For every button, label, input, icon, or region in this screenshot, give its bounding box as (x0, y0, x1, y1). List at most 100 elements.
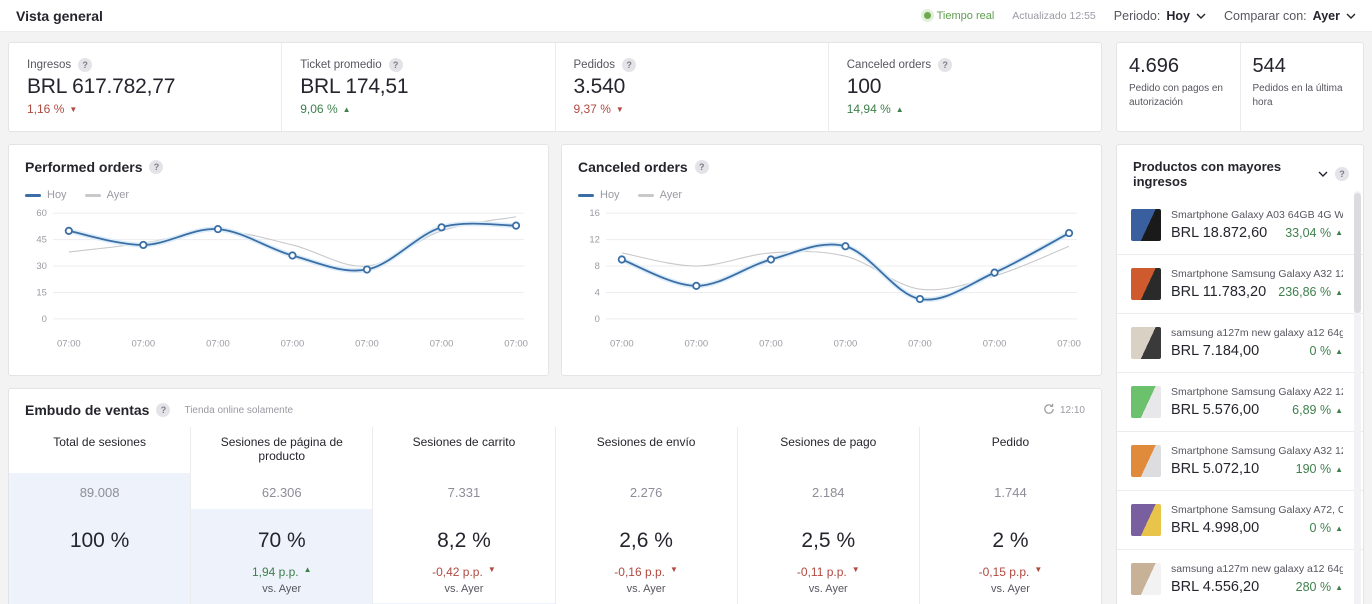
help-icon[interactable]: ? (695, 160, 709, 174)
products-title-row: Productos con mayores ingresos ? (1117, 159, 1363, 195)
kpi-delta-value: 14,94 % (847, 102, 891, 116)
chart-title: Canceled orders (578, 159, 688, 175)
product-info: Smartphone Samsung Galaxy A32 12… BRL 11… (1171, 268, 1343, 300)
product-name: Smartphone Samsung Galaxy A22 12… (1171, 386, 1343, 398)
legend-label: Hoy (600, 189, 620, 201)
chevron-down-icon[interactable] (1318, 171, 1328, 177)
funnel-value: 2.276 (556, 485, 737, 500)
funnel-percent: 2,5 % (738, 529, 919, 553)
list-item[interactable]: Smartphone Samsung Galaxy A32 12… BRL 5.… (1117, 431, 1363, 490)
refresh-icon (1043, 403, 1055, 418)
svg-text:07:00: 07:00 (355, 339, 379, 350)
funnel-vs-label: vs. Ayer (738, 583, 919, 595)
legend-swatch-today (25, 194, 41, 197)
product-price: BRL 18.872,60 (1171, 225, 1267, 241)
topbar: Vista general Tiempo real Actualizado 12… (0, 0, 1372, 32)
funnel-value: 89.008 (9, 485, 190, 500)
chart-title-row: Performed orders ? (25, 159, 532, 175)
svg-text:07:00: 07:00 (1057, 339, 1081, 350)
legend-label: Ayer (107, 189, 129, 201)
funnel-col-header: Sesiones de envío (555, 427, 737, 473)
kpi-label-row: Canceled orders ? (847, 58, 1083, 72)
side-kpi-label: Pedido con pagos en autorización (1129, 82, 1228, 109)
product-delta-value: 190 % (1296, 462, 1331, 476)
list-item[interactable]: Smartphone Galaxy A03 64GB 4G Wi-… BRL 1… (1117, 195, 1363, 254)
svg-text:60: 60 (36, 208, 47, 219)
svg-text:07:00: 07:00 (504, 339, 528, 350)
kpi-value: 3.540 (574, 75, 810, 99)
sales-funnel-card: Embudo de ventas ? Tienda online solamen… (8, 388, 1102, 604)
trend-arrow-icon: ▲ (1335, 347, 1343, 356)
list-item[interactable]: Smartphone Samsung Galaxy A32 12… BRL 11… (1117, 254, 1363, 313)
funnel-col-header: Total de sesiones (9, 427, 190, 473)
funnel-col-header: Sesiones de página de producto (190, 427, 372, 473)
list-item[interactable]: samsung a127m new galaxy a12 64gb… BRL 4… (1117, 549, 1363, 604)
product-bottom-row: BRL 5.072,10 190 % ▲ (1171, 461, 1343, 477)
funnel-delta-value: -0,42 p.p. (432, 565, 483, 579)
product-delta: 280 % ▲ (1296, 580, 1343, 594)
kpi-delta-value: 9,06 % (300, 102, 337, 116)
trend-arrow-icon: ▼ (852, 565, 860, 579)
funnel-step-pago: 2.184 2,5 % -0,11 p.p. ▼ vs. Ayer (737, 473, 919, 604)
funnel-step-pedido: 1.744 2 % -0,15 p.p. ▼ vs. Ayer (919, 473, 1101, 604)
funnel-value: 1.744 (920, 485, 1101, 500)
kpi-canceled-orders: Canceled orders ? 100 14,94 % ▲ (828, 43, 1101, 131)
chart-title-row: Canceled orders ? (578, 159, 1085, 175)
funnel-column-headers: Total de sesiones Sesiones de página de … (9, 427, 1101, 473)
trend-arrow-icon: ▲ (1335, 583, 1343, 592)
funnel-percent: 8,2 % (373, 529, 554, 553)
realtime-label: Tiempo real (937, 10, 995, 22)
scrollbar[interactable] (1354, 191, 1361, 604)
side-kpi-label: Pedidos en la última hora (1253, 82, 1352, 109)
help-icon[interactable]: ? (149, 160, 163, 174)
kpi-label-row: Ticket promedio ? (300, 58, 536, 72)
funnel-delta-value: 1,94 p.p. (252, 565, 299, 579)
side-kpi-value: 544 (1253, 55, 1352, 78)
kpi-value: BRL 174,51 (300, 75, 536, 99)
product-price: BRL 7.184,00 (1171, 343, 1259, 359)
help-icon[interactable]: ? (622, 58, 636, 72)
product-thumbnail (1131, 445, 1161, 477)
product-bottom-row: BRL 18.872,60 33,04 % ▲ (1171, 225, 1343, 241)
trend-arrow-icon: ▲ (1335, 228, 1343, 237)
svg-text:07:00: 07:00 (132, 339, 156, 350)
trend-arrow-icon: ▲ (1335, 465, 1343, 474)
product-name: samsung a127m new galaxy a12 64gb… (1171, 327, 1343, 339)
funnel-percent: 2,6 % (556, 529, 737, 553)
funnel-vs-label: vs. Ayer (373, 583, 554, 595)
chart-legend: Hoy Ayer (578, 189, 1085, 201)
funnel-value: 7.331 (373, 485, 554, 500)
main-column: Ingresos ? BRL 617.782,77 1,16 % ▼ Ticke… (8, 42, 1102, 604)
help-icon[interactable]: ? (938, 58, 952, 72)
svg-text:8: 8 (595, 261, 600, 272)
kpi-label: Pedidos (574, 59, 616, 71)
products-title: Productos con mayores ingresos (1133, 159, 1312, 189)
compare-value: Ayer (1313, 9, 1340, 23)
scrollbar-thumb[interactable] (1354, 193, 1361, 313)
help-icon[interactable]: ? (156, 403, 170, 417)
list-item[interactable]: Smartphone Samsung Galaxy A72, C… BRL 4.… (1117, 490, 1363, 549)
list-item[interactable]: Smartphone Samsung Galaxy A22 12… BRL 5.… (1117, 372, 1363, 431)
funnel-step-envio: 2.276 2,6 % -0,16 p.p. ▼ vs. Ayer (555, 473, 737, 604)
period-selector[interactable]: Periodo: Hoy (1114, 9, 1206, 23)
kpi-delta: 14,94 % ▲ (847, 102, 1083, 116)
help-icon[interactable]: ? (389, 58, 403, 72)
svg-text:07:00: 07:00 (759, 339, 783, 350)
list-item[interactable]: samsung a127m new galaxy a12 64gb… BRL 7… (1117, 313, 1363, 372)
svg-text:07:00: 07:00 (57, 339, 81, 350)
dashboard-page: Vista general Tiempo real Actualizado 12… (0, 0, 1372, 604)
kpi-card-row: Ingresos ? BRL 617.782,77 1,16 % ▼ Ticke… (8, 42, 1102, 132)
funnel-delta-value: -0,16 p.p. (614, 565, 665, 579)
funnel-body: 89.008 100 % 62.306 70 % 1,94 p.p. ▲ (9, 473, 1101, 604)
compare-selector[interactable]: Comparar con: Ayer (1224, 9, 1356, 23)
svg-text:16: 16 (589, 208, 600, 219)
svg-text:07:00: 07:00 (430, 339, 454, 350)
funnel-cell-content: 2.276 2,6 % -0,16 p.p. ▼ vs. Ayer (556, 473, 737, 604)
funnel-value: 62.306 (191, 485, 372, 500)
refresh-control[interactable]: 12:10 (1043, 403, 1085, 418)
kpi-delta-value: 1,16 % (27, 102, 64, 116)
product-name: Smartphone Samsung Galaxy A32 12… (1171, 445, 1343, 457)
help-icon[interactable]: ? (78, 58, 92, 72)
product-delta-value: 0 % (1310, 344, 1332, 358)
help-icon[interactable]: ? (1335, 167, 1349, 181)
